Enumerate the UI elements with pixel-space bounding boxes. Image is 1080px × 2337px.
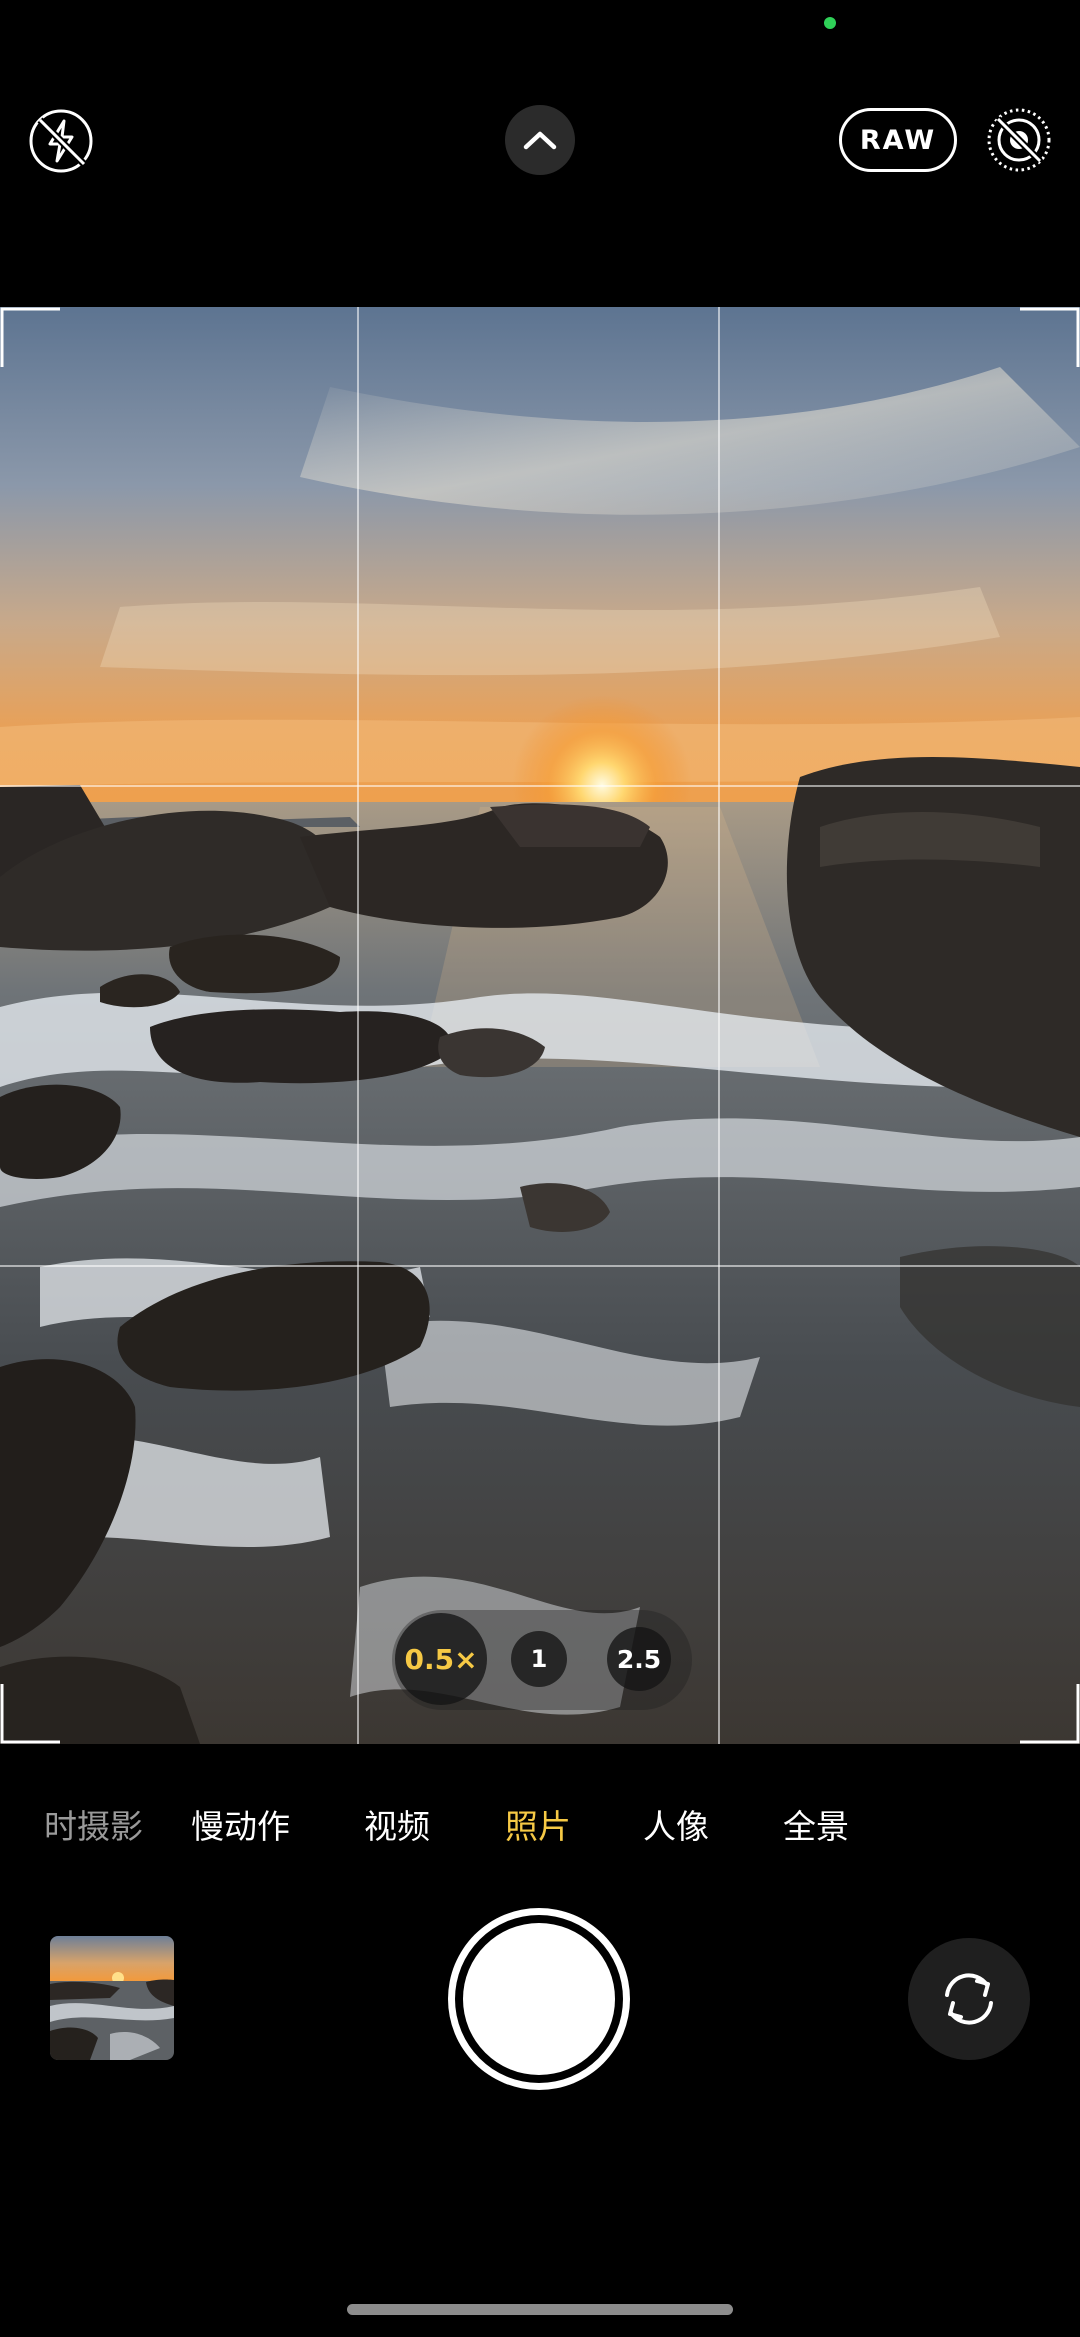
- shutter-inner: [463, 1923, 615, 2075]
- mode-slo-mo[interactable]: 慢动作: [191, 1800, 290, 1848]
- frame-corner-top-right: [1020, 307, 1080, 367]
- live-photo-off-icon: [987, 108, 1051, 172]
- grid-line-vertical-1: [357, 307, 359, 1744]
- camera-in-use-indicator: [824, 17, 836, 29]
- grid-line-horizontal-2: [0, 1265, 1080, 1267]
- grid-line-vertical-2: [718, 307, 720, 1744]
- mode-photo[interactable]: 照片: [505, 1800, 571, 1848]
- raw-label: RAW: [859, 124, 937, 156]
- mode-portrait[interactable]: 人像: [643, 1800, 709, 1848]
- camera-flip-button[interactable]: [908, 1938, 1030, 2060]
- controls-toggle-button[interactable]: [505, 105, 575, 175]
- zoom-1x-button[interactable]: 1: [511, 1631, 567, 1687]
- raw-toggle-button[interactable]: RAW: [839, 108, 957, 172]
- frame-corner-top-left: [0, 307, 60, 367]
- mode-video[interactable]: 视频: [364, 1800, 430, 1848]
- scene-preview: [0, 307, 1080, 1744]
- shutter-ring: [455, 1915, 623, 2083]
- frame-corner-bottom-left: [0, 1684, 60, 1744]
- shutter-button[interactable]: [448, 1908, 630, 2090]
- grid-line-horizontal-1: [0, 785, 1080, 787]
- mode-pano[interactable]: 全景: [783, 1800, 849, 1848]
- last-photo-thumbnail[interactable]: [50, 1936, 174, 2060]
- flash-off-button[interactable]: [28, 108, 94, 174]
- live-photo-button[interactable]: [985, 106, 1053, 174]
- thumbnail-preview: [50, 1936, 174, 2060]
- camera-mode-selector: 时摄影 慢动作 视频 照片 人像 全景: [0, 1800, 1080, 1860]
- mode-time-lapse[interactable]: 时摄影: [44, 1800, 143, 1848]
- camera-viewfinder[interactable]: [0, 307, 1080, 1744]
- frame-corner-bottom-right: [1020, 1684, 1080, 1744]
- zoom-2-5x-button[interactable]: 2.5: [607, 1627, 671, 1691]
- camera-flip-icon: [945, 1973, 993, 2025]
- home-indicator[interactable]: [347, 2304, 733, 2315]
- chevron-up-icon: [523, 131, 557, 150]
- flash-off-icon: [29, 109, 93, 173]
- zoom-0-5x-button[interactable]: 0.5×: [395, 1613, 487, 1705]
